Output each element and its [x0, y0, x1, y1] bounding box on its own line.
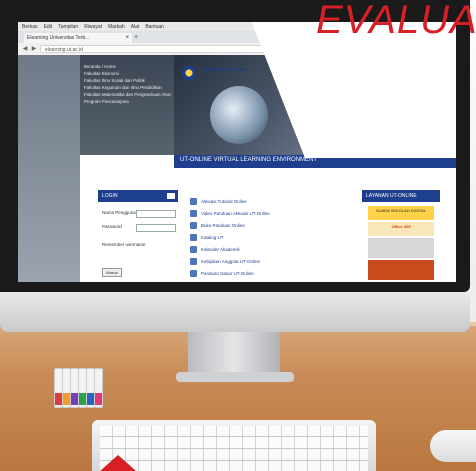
link-item[interactable]: Kalender Akademik: [190, 246, 240, 253]
webpage: Beranda / Home Fakultas Ekonomi Fakultas…: [18, 22, 456, 282]
login-button[interactable]: Masuk: [102, 268, 122, 277]
document-icon: [190, 198, 197, 205]
side-photo: [18, 55, 80, 282]
ut-logo-icon: [182, 66, 196, 80]
link-item[interactable]: Katalog UT: [190, 234, 224, 241]
username-input[interactable]: [136, 210, 176, 218]
side-menu-item[interactable]: Program Pascasarjana: [84, 98, 174, 105]
keyboard: [92, 420, 376, 471]
services-header: LAYANAN UT-ONLINE: [362, 190, 440, 202]
promo-banner-apps[interactable]: [368, 238, 434, 258]
side-menu-item[interactable]: Fakultas Matematika dan Pengetahuan Alam: [84, 91, 174, 98]
password-label: Password: [102, 224, 122, 229]
link-item[interactable]: Buku Panduan Online: [190, 222, 245, 229]
monitor-chin: [0, 292, 470, 332]
mouse: [430, 430, 476, 462]
document-icon: [190, 246, 197, 253]
link-list: Aktivasi Tutorial Online Video Panduan A…: [190, 174, 360, 282]
side-menu-item[interactable]: Fakultas Ekonomi: [84, 70, 174, 77]
link-label[interactable]: Kebijakan Anggota UT-Online: [201, 259, 260, 264]
side-menu-item[interactable]: Beranda / Home: [84, 63, 174, 70]
password-input[interactable]: [136, 224, 176, 232]
link-label[interactable]: Buku Panduan Online: [201, 223, 245, 228]
document-icon: [190, 270, 197, 277]
services-panel: LAYANAN UT-ONLINE SUARA SEKOLAH DIGITAL …: [362, 190, 440, 282]
side-menu-item[interactable]: Fakultas Ilmu Sosial dan Politik: [84, 77, 174, 84]
link-item[interactable]: Kebijakan Anggota UT-Online: [190, 258, 260, 265]
username-label: Nama Pengguna: [102, 210, 136, 215]
site-side-menu: Beranda / Home Fakultas Ekonomi Fakultas…: [80, 55, 174, 155]
login-title: LOGIN: [102, 193, 118, 199]
banner-title: EVALUA: [316, 0, 476, 42]
keyboard-row-line: [100, 448, 368, 449]
page-title: UT-ONLINE VIRTUAL LEARNING ENVIRONMENT: [180, 157, 318, 163]
monitor-stand-foot: [176, 372, 294, 382]
link-item[interactable]: Aktivasi Tutorial Online: [190, 198, 247, 205]
panel-control-icon[interactable]: [167, 193, 175, 199]
side-menu-item[interactable]: Fakultas Keguruan dan Ilmu Pendidikan: [84, 84, 174, 91]
login-header: LOGIN: [98, 190, 178, 202]
login-panel: LOGIN Nama Pengguna Password Remember us…: [98, 190, 178, 282]
promo-banner-office365[interactable]: Office 365: [368, 222, 434, 236]
link-item[interactable]: Video Panduan Aktivasi UT-Online: [190, 210, 270, 217]
link-item[interactable]: Panduan Dasar UT-Online: [190, 270, 254, 277]
site-logo-text: Universitas Terbuka: [199, 67, 247, 73]
promo-banner-digital[interactable]: SUARA SEKOLAH DIGITAL: [368, 206, 434, 220]
document-icon: [190, 234, 197, 241]
document-icon: [190, 210, 197, 217]
promo-banner-office[interactable]: [368, 260, 434, 280]
remember-label[interactable]: Remember username: [102, 242, 146, 247]
link-label[interactable]: Panduan Dasar UT-Online: [201, 271, 254, 276]
marker-set: [54, 368, 108, 408]
marker: [94, 368, 103, 408]
document-icon: [190, 258, 197, 265]
link-label[interactable]: Aktivasi Tutorial Online: [201, 199, 247, 204]
link-label[interactable]: Katalog UT: [201, 235, 224, 240]
document-icon: [190, 222, 197, 229]
globe-icon: [210, 86, 268, 144]
link-label[interactable]: Video Panduan Aktivasi UT-Online: [201, 211, 270, 216]
keyboard-row-line: [100, 436, 368, 437]
keyboard-row-line: [100, 460, 368, 461]
link-label[interactable]: Kalender Akademik: [201, 247, 240, 252]
